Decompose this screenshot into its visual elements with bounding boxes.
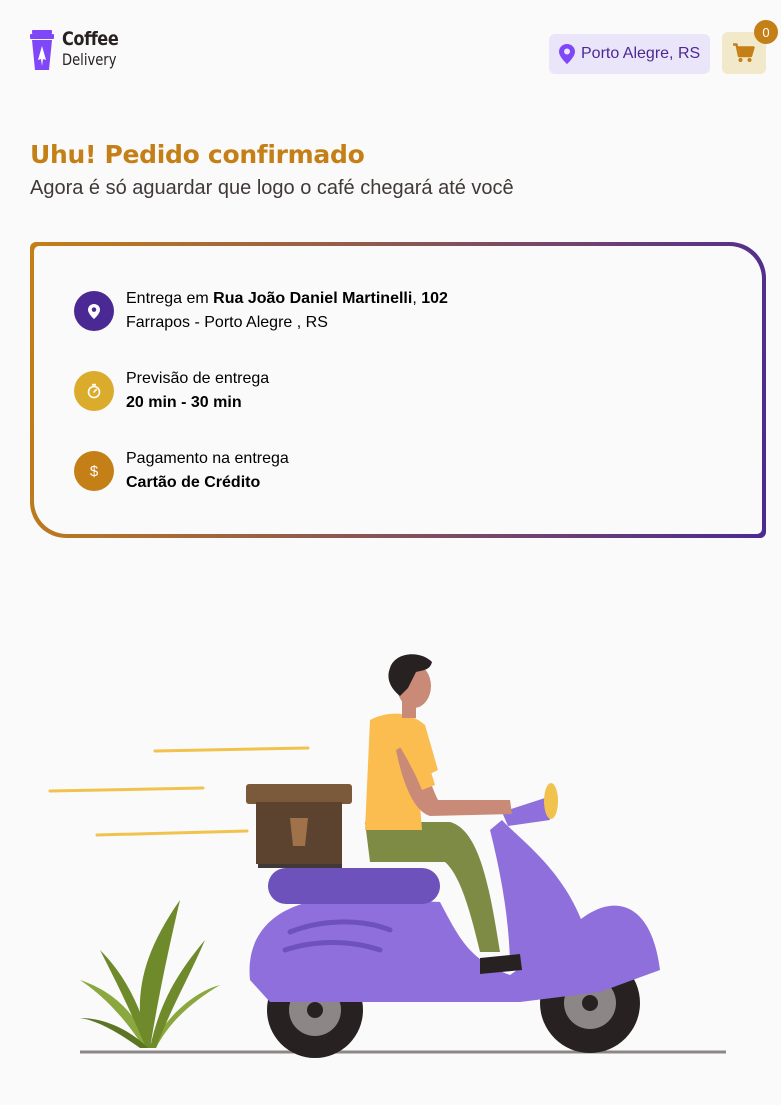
currency-dollar-icon: $ [74,451,114,491]
delivery-number: 102 [421,290,448,307]
delivery-separator: , [412,290,422,307]
map-pin-icon [559,44,575,64]
logo[interactable]: Coffee Delivery [30,30,128,70]
page-subtitle: Agora é só aguardar que logo o café cheg… [30,177,514,199]
delivery-prefix: Entrega em [126,290,214,307]
shopping-cart-icon [733,43,755,62]
payment-info: $ Pagamento na entrega Cartão de Crédito [74,447,289,495]
delivery-illustration [48,654,726,1058]
map-pin-icon [74,291,114,331]
delivery-address-info: Entrega em Rua João Daniel Martinelli, 1… [74,287,448,335]
payment-label: Pagamento na entrega [126,450,289,467]
delivery-forecast-info: Previsão de entrega 20 min - 30 min [74,367,269,415]
page-title: Uhu! Pedido confirmado [30,140,365,169]
location-label: Porto Alegre, RS [581,45,701,62]
delivery-street: Rua João Daniel Martinelli [213,290,413,307]
app-header: Coffee Delivery Porto Alegre, RS 0 [0,0,781,108]
logo-title: Coffee [62,28,119,50]
forecast-value: 20 min - 30 min [126,394,242,411]
location-button[interactable]: Porto Alegre, RS [549,34,710,74]
delivery-area: Farrapos - Porto Alegre , RS [126,314,328,331]
payment-value: Cartão de Crédito [126,474,261,491]
logo-subtitle: Delivery [62,50,117,69]
forecast-label: Previsão de entrega [126,370,270,387]
cart-count-badge: 0 [754,20,778,44]
coffee-cup-logo-icon [30,30,54,70]
timer-icon [74,371,114,411]
